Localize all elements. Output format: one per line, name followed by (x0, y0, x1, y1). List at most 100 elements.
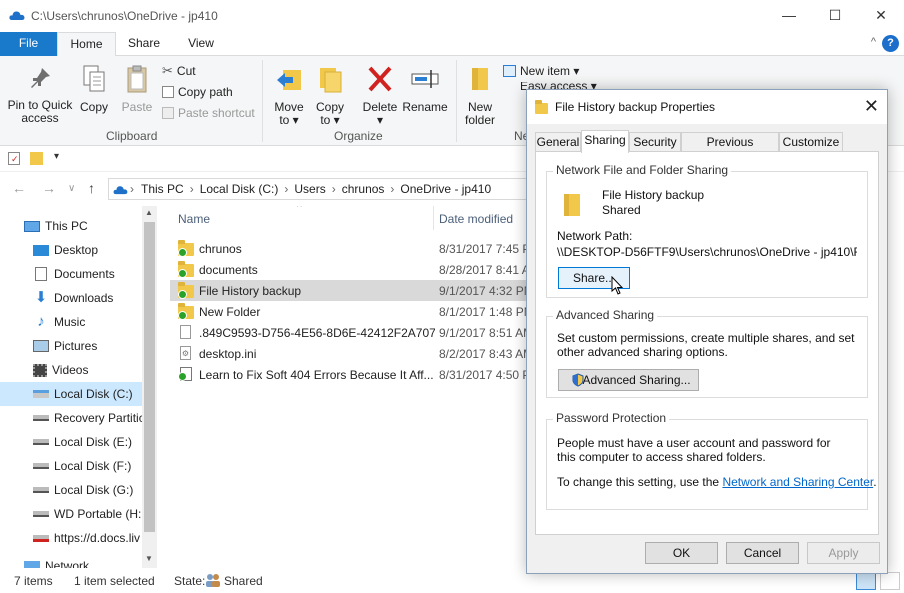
breadcrumb-onedrive[interactable]: OneDrive - jp410 (400, 182, 491, 196)
cancel-button[interactable]: Cancel (726, 542, 799, 564)
paste-shortcut-button[interactable]: Paste shortcut (162, 104, 255, 122)
paste-button[interactable]: Paste (118, 64, 156, 114)
tab-sharing[interactable]: Sharing (581, 130, 629, 153)
apply-button[interactable]: Apply (807, 542, 880, 564)
nav-item-local-disk-g[interactable]: Local Disk (G:) (0, 478, 142, 502)
breadcrumb-local-disk[interactable]: Local Disk (C:) (200, 182, 279, 196)
tab-customize[interactable]: Customize (779, 132, 843, 152)
nav-item-network[interactable]: Network (0, 554, 142, 568)
move-to-button[interactable]: Move to ▾ (270, 64, 308, 127)
scroll-down-icon[interactable]: ▼ (145, 554, 153, 563)
tab-share[interactable]: Share (118, 32, 170, 56)
nav-item-wd-portable[interactable]: WD Portable (H: (0, 502, 142, 526)
nav-item-downloads[interactable]: ⬇ Downloads (0, 286, 142, 310)
breadcrumb-this-pc[interactable]: This PC (141, 182, 184, 196)
file-row[interactable]: chrunos 8/31/2017 7:45 P (170, 238, 526, 259)
tab-file[interactable]: File (0, 32, 57, 56)
scroll-up-icon[interactable]: ▲ (145, 208, 153, 217)
column-header-date[interactable]: Date modified (439, 212, 513, 226)
rename-button[interactable]: Rename (402, 64, 448, 114)
downloads-icon: ⬇ (34, 289, 48, 306)
maximize-button[interactable]: ☐ (812, 0, 858, 30)
nav-pane-scrollbar[interactable]: ▲ ▼ (142, 206, 157, 568)
nav-item-desktop[interactable]: Desktop (0, 238, 142, 262)
file-date: 9/1/2017 4:32 PM (439, 284, 526, 298)
password-protection-legend: Password Protection (553, 411, 670, 425)
tab-general[interactable]: General (535, 132, 581, 152)
nav-item-label: Network (45, 559, 90, 568)
shared-folder-state: Shared (602, 203, 641, 217)
dialog-titlebar: File History backup Properties ✕ (527, 90, 887, 124)
organize-group-label: Organize (334, 129, 383, 143)
delete-button[interactable]: Delete ▾ (360, 64, 400, 127)
column-divider[interactable] (433, 206, 434, 230)
nav-item-pictures[interactable]: Pictures (0, 334, 142, 358)
qat-dropdown-icon[interactable]: ▾ (54, 151, 59, 162)
nav-item-docs-live[interactable]: https://d.docs.liv (0, 526, 142, 550)
properties-icon[interactable]: ✓ (8, 152, 20, 165)
copy-button[interactable]: Copy (76, 64, 112, 114)
ribbon-collapse-icon[interactable]: ^ (871, 36, 876, 48)
address-box[interactable]: › This PC › Local Disk (C:) › Users › ch… (108, 178, 528, 200)
clipboard-group-label: Clipboard (106, 129, 158, 143)
file-row-selected[interactable]: File History backup 9/1/2017 4:32 PM (170, 280, 526, 301)
minimize-button[interactable]: — (766, 0, 812, 30)
tab-previous-versions[interactable]: Previous Versions (681, 132, 779, 167)
recent-locations-button[interactable]: ∨ (68, 183, 75, 194)
breadcrumb-users[interactable]: Users (294, 182, 325, 196)
file-row[interactable]: documents 8/28/2017 8:41 A (170, 259, 526, 280)
pictures-icon (33, 340, 49, 352)
nav-item-local-disk-f[interactable]: Local Disk (F:) (0, 454, 142, 478)
onedrive-icon (113, 186, 128, 195)
delete-x-icon (368, 66, 392, 92)
ok-button[interactable]: OK (645, 542, 718, 564)
new-folder-qat-icon[interactable] (30, 152, 43, 165)
file-date: 9/1/2017 8:51 AM (439, 326, 526, 340)
scissors-icon: ✂ (162, 63, 173, 78)
file-row[interactable]: .849C9593-D756-4E56-8D6E-42412F2A707B 9/… (170, 322, 526, 343)
file-date: 8/2/2017 8:43 AM (439, 347, 526, 361)
breadcrumb-chrunos[interactable]: chrunos (342, 182, 385, 196)
pin-to-quick-access-button[interactable]: Pin to Quick access (6, 66, 74, 125)
nav-item-local-disk-e[interactable]: Local Disk (E:) (0, 430, 142, 454)
move-to-icon (277, 70, 301, 90)
file-row[interactable]: Learn to Fix Soft 404 Errors Because It … (170, 364, 526, 385)
new-item-button[interactable]: New item ▾ (503, 62, 579, 80)
column-header-name[interactable]: Name (178, 212, 210, 226)
file-row[interactable]: ⚙ desktop.ini 8/2/2017 8:43 AM (170, 343, 526, 364)
close-button[interactable]: ✕ (858, 0, 904, 30)
copy-path-label: Copy path (178, 85, 233, 99)
nav-item-local-disk-c[interactable]: Local Disk (C:) (0, 382, 142, 406)
advanced-sharing-button[interactable]: Advanced Sharing... (558, 369, 699, 391)
scrollbar-thumb[interactable] (144, 222, 155, 532)
network-sharing-group: Network File and Folder Sharing File His… (546, 163, 868, 298)
new-folder-button[interactable]: New folder (460, 64, 500, 127)
nav-item-this-pc[interactable]: This PC (0, 214, 142, 238)
nav-item-videos[interactable]: Videos (0, 358, 142, 382)
dialog-close-button[interactable]: ✕ (864, 96, 879, 117)
nav-item-label: Local Disk (G:) (54, 483, 134, 497)
large-icons-view-icon[interactable] (880, 572, 900, 590)
nav-item-recovery[interactable]: Recovery Partitic (0, 406, 142, 430)
copy-to-button[interactable]: Copy to ▾ (312, 64, 348, 127)
paste-shortcut-icon (162, 107, 174, 119)
details-view-icon[interactable] (856, 572, 876, 590)
tab-home[interactable]: Home (57, 32, 116, 57)
address-separator: › (390, 182, 395, 196)
nav-item-documents[interactable]: Documents (0, 262, 142, 286)
network-sharing-center-link[interactable]: Network and Sharing Center (722, 475, 873, 489)
forward-button[interactable]: → (42, 180, 56, 196)
nav-item-label: This PC (45, 219, 88, 233)
nav-item-label: WD Portable (H: (54, 507, 142, 521)
nav-item-music[interactable]: ♪ Music (0, 310, 142, 334)
cut-button[interactable]: ✂ Cut (162, 62, 196, 80)
tab-view[interactable]: View (176, 32, 226, 56)
tab-security[interactable]: Security (629, 132, 681, 152)
help-icon[interactable]: ? (882, 35, 899, 52)
documents-icon (35, 267, 47, 281)
back-button[interactable]: ← (12, 180, 26, 196)
file-name: New Folder (199, 305, 261, 319)
up-button[interactable]: ↑ (88, 180, 95, 196)
copy-path-button[interactable]: Copy path (162, 83, 233, 101)
file-row[interactable]: New Folder 8/1/2017 1:48 PM (170, 301, 526, 322)
